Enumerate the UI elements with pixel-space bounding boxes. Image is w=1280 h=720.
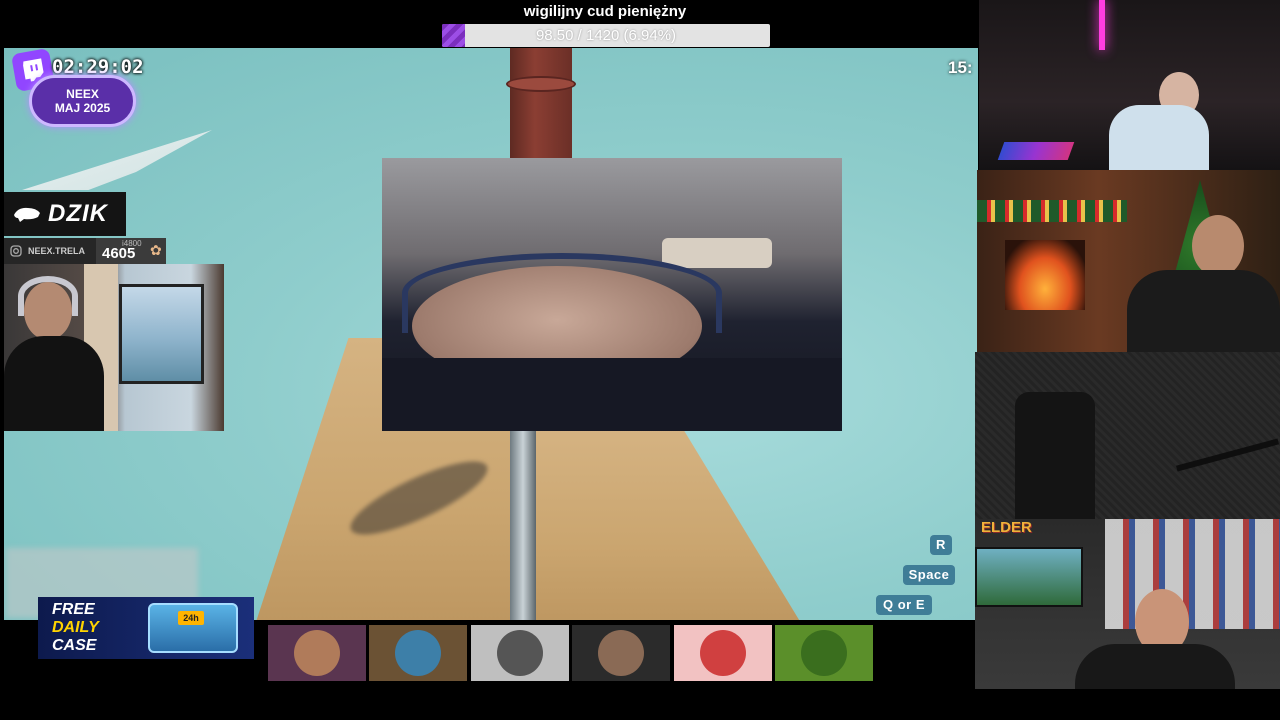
clock-partial: 15: [948, 58, 973, 77]
tile-avatar [395, 630, 441, 676]
pillar-ring [506, 76, 576, 92]
fireplace [1005, 240, 1085, 310]
tile-3[interactable] [471, 625, 569, 681]
promo-line-daily: DAILY [52, 619, 99, 636]
instagram-icon [10, 245, 22, 257]
promo-line-free: FREE [52, 601, 95, 618]
goal-progress-bar: 98.50 / 1420 (6.94%) [442, 24, 770, 47]
goal-title: wigilijny cud pieniężny [523, 3, 687, 20]
key-hint-r: R [930, 535, 952, 555]
streamer-right-4-body [1075, 644, 1235, 689]
promo-free-daily-case[interactable]: FREE DAILY CASE 24h [38, 597, 254, 659]
aquarium [975, 547, 1083, 607]
counter-value: 4605 [102, 245, 136, 262]
window [119, 284, 204, 384]
mic-arm [1176, 438, 1279, 472]
streamer-right-2-head [1192, 215, 1244, 277]
streamer-right-2-body [1127, 270, 1280, 352]
social-row: NEEX.TRELA i4800 4605 ✿ [4, 238, 166, 264]
hoodie [382, 358, 842, 431]
metal-rail [510, 428, 536, 620]
tile-2[interactable] [369, 625, 467, 681]
chest-icon: 24h [148, 603, 238, 653]
sub-badge-line2: MAJ 2025 [54, 101, 111, 115]
lamp-shade [662, 238, 772, 268]
empty-chair [1015, 392, 1095, 519]
flexed-biceps-icon: ✿ [150, 242, 162, 258]
counter-box: i4800 4605 ✿ [96, 238, 166, 264]
wood-plank-right [534, 428, 804, 620]
tile-avatar [497, 630, 543, 676]
webcam-right-3 [975, 352, 1280, 519]
paper-plane [22, 130, 212, 190]
tile-avatar [700, 630, 746, 676]
webcam-right-4: ELDER [975, 519, 1280, 689]
chest-label: 24h [178, 611, 204, 625]
boar-icon [14, 207, 40, 222]
key-hint-q-or-e: Q or E [876, 595, 932, 615]
tile-avatar [801, 630, 847, 676]
rgb-keyboard [997, 142, 1075, 160]
webcam-center [382, 158, 842, 431]
sub-badge: NEEX MAJ 2025 [29, 75, 136, 127]
goal-progress-text: 98.50 / 1420 (6.94%) [535, 27, 677, 44]
tile-avatar [294, 630, 340, 676]
tile-6[interactable] [775, 625, 873, 681]
tile-avatar [598, 630, 644, 676]
sponsor-name: DZIK [48, 200, 108, 227]
tile-5[interactable] [674, 625, 772, 681]
headphones-left [18, 276, 78, 316]
key-hint-space: Space [903, 565, 955, 585]
shelf [1105, 519, 1280, 629]
neon-light [1099, 0, 1105, 50]
social-handle: NEEX.TRELA [28, 246, 86, 256]
streamer-right-1-body [1109, 105, 1209, 170]
promo-line-case: CASE [52, 637, 97, 654]
left-streamer-body [4, 336, 104, 431]
webcam-right-1 [979, 0, 1280, 170]
elder-logo: ELDER [981, 519, 1032, 536]
tile-4[interactable] [572, 625, 670, 681]
webcam-right-2 [977, 170, 1280, 352]
christmas-garland [977, 200, 1127, 222]
webcam-left [4, 264, 224, 431]
sponsor-banner: DZIK [4, 192, 126, 236]
tile-1[interactable] [268, 625, 366, 681]
brick-pillar [510, 48, 572, 158]
sub-badge-line1: NEEX [66, 87, 99, 101]
